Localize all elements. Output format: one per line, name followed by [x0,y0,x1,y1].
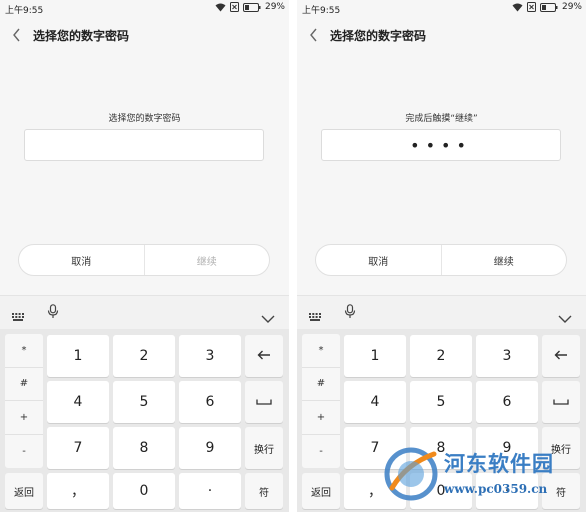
battery-percent: 29% [264,2,285,12]
microphone-icon[interactable] [47,304,59,323]
numeric-keyboard: * # + - 1 2 3 4 5 6 7 8 9 换行 返回 ， 0 · 符 [297,329,586,512]
backspace-icon [554,350,568,363]
newline-key[interactable]: 换行 [542,427,580,469]
battery-icon [539,2,558,12]
key-2[interactable]: 2 [410,335,472,377]
backspace-key[interactable] [245,335,283,377]
symbol-column: * # + - [5,334,43,468]
dot-key[interactable]: · [476,473,538,509]
status-bar: 上午9:55 29% [297,0,586,16]
comma-key[interactable]: ， [344,473,406,509]
key-8[interactable]: 8 [113,427,175,469]
pin-input[interactable] [321,129,561,161]
key-4[interactable]: 4 [47,381,109,423]
key-7[interactable]: 7 [344,427,406,469]
keyboard-toolbar [297,295,586,329]
continue-button[interactable]: 继续 [143,245,270,275]
comma-key[interactable]: ， [47,473,109,509]
screen-step-2: 上午9:55 29% 选择您的数字密码 完成后触摸“继续” 取消 继续 [297,0,586,512]
battery-percent: 29% [561,2,582,12]
space-key[interactable] [245,381,283,423]
back-chevron-icon[interactable] [307,26,321,44]
action-buttons: 取消 继续 [315,244,567,276]
pin-input[interactable] [24,129,264,161]
continue-button[interactable]: 继续 [440,245,567,275]
pin-prompt: 完成后触摸“继续” [405,114,478,124]
page-title: 选择您的数字密码 [330,29,427,43]
key-plus[interactable]: + [302,401,340,435]
battery-icon [242,2,261,12]
key-1[interactable]: 1 [344,335,406,377]
back-key[interactable]: 返回 [302,473,340,509]
key-hash[interactable]: # [302,368,340,401]
backspace-icon [257,350,271,363]
pin-prompt: 选择您的数字密码 [108,114,181,124]
action-buttons: 取消 继续 [18,244,270,276]
symbol-key[interactable]: 符 [245,473,283,509]
pin-setup-area: 完成后触摸“继续” 取消 继续 [297,52,586,295]
key-9[interactable]: 9 [476,427,538,469]
key-6[interactable]: 6 [179,381,241,423]
key-minus[interactable]: - [302,435,340,469]
title-bar: 选择您的数字密码 [297,18,586,52]
pin-setup-area: 选择您的数字密码 取消 继续 [0,52,289,295]
status-time: 上午9:55 [302,6,341,16]
keyboard-collapse-icon[interactable] [261,308,275,327]
space-key[interactable] [542,381,580,423]
cancel-button[interactable]: 取消 [19,245,144,275]
keyboard-toolbar [0,295,289,329]
key-3[interactable]: 3 [476,335,538,377]
screen-step-1: 上午9:55 29% 选择您的数字密码 选择您的数字密码 取消 继续 * # +… [0,0,289,512]
status-bar: 上午9:55 29% [0,0,289,16]
wifi-icon [215,3,226,12]
symbol-column: * # + - [302,334,340,468]
keyboard-grid-icon[interactable] [309,306,321,325]
space-bar-icon [553,397,569,408]
dot-key[interactable]: · [179,473,241,509]
keyboard-collapse-icon[interactable] [558,308,572,327]
cancel-button[interactable]: 取消 [316,245,441,275]
no-sim-icon [229,2,239,12]
title-bar: 选择您的数字密码 [0,18,289,52]
microphone-icon[interactable] [344,304,356,323]
symbol-key[interactable]: 符 [542,473,580,509]
key-3[interactable]: 3 [179,335,241,377]
key-hash[interactable]: # [5,368,43,401]
back-chevron-icon[interactable] [10,26,24,44]
key-4[interactable]: 4 [344,381,406,423]
key-1[interactable]: 1 [47,335,109,377]
key-asterisk[interactable]: * [5,334,43,368]
wifi-icon [512,3,523,12]
key-7[interactable]: 7 [47,427,109,469]
numeric-keyboard: * # + - 1 2 3 4 5 6 7 8 9 换行 返回 ， 0 · 符 [0,329,289,512]
key-9[interactable]: 9 [179,427,241,469]
key-asterisk[interactable]: * [302,334,340,368]
key-6[interactable]: 6 [476,381,538,423]
key-5[interactable]: 5 [410,381,472,423]
key-0[interactable]: 0 [410,473,472,509]
space-bar-icon [256,397,272,408]
no-sim-icon [526,2,536,12]
keyboard-grid-icon[interactable] [12,306,24,325]
key-2[interactable]: 2 [113,335,175,377]
key-minus[interactable]: - [5,435,43,469]
backspace-key[interactable] [542,335,580,377]
key-0[interactable]: 0 [113,473,175,509]
page-title: 选择您的数字密码 [33,29,130,43]
status-time: 上午9:55 [5,6,44,16]
back-key[interactable]: 返回 [5,473,43,509]
newline-key[interactable]: 换行 [245,427,283,469]
key-5[interactable]: 5 [113,381,175,423]
key-plus[interactable]: + [5,401,43,435]
key-8[interactable]: 8 [410,427,472,469]
